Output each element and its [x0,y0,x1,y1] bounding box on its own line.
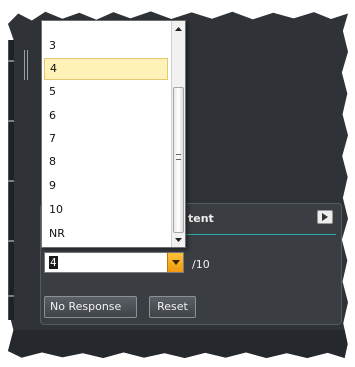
dropdown-option[interactable]: 9 [44,175,168,197]
panel-title-divider [170,234,336,235]
track-tick [8,120,14,122]
dropdown-scrollbar[interactable] [171,21,185,247]
dropdown-option-selected[interactable]: 4 [44,58,168,80]
dropdown-option[interactable]: 3 [44,35,168,57]
play-button[interactable] [317,210,333,224]
dropdown-option[interactable]: 10 [44,199,168,221]
scrollbar-grip-icon [176,154,181,160]
dropdown-option[interactable]: 5 [44,81,168,103]
track-tick [8,60,14,62]
track-tick [8,180,14,182]
track-tick [8,240,14,242]
play-icon [322,213,328,221]
left-scroll-track[interactable] [8,40,14,320]
dropdown-option[interactable]: 7 [44,128,168,150]
scroll-up-icon[interactable] [172,21,185,37]
dropdown-option[interactable]: 6 [44,105,168,127]
score-max-label: /10 [192,258,210,271]
track-tick [8,295,14,297]
no-response-button[interactable]: No Response [44,296,137,318]
score-dropdown-list[interactable]: 3 4 5 6 7 8 9 10 NR [41,20,186,248]
splitter-grip[interactable] [24,50,28,80]
dropdown-arrow-icon[interactable] [167,253,183,272]
score-select[interactable]: 4 [44,252,184,273]
status-bar [8,330,348,358]
score-select-value[interactable]: 4 [49,256,58,269]
scrollbar-thumb[interactable] [173,87,184,233]
reset-button[interactable]: Reset [149,296,196,318]
panel-title: tent [188,212,214,225]
dropdown-option[interactable]: NR [44,223,168,245]
scroll-down-icon[interactable] [172,232,185,247]
dropdown-option[interactable]: 8 [44,151,168,173]
